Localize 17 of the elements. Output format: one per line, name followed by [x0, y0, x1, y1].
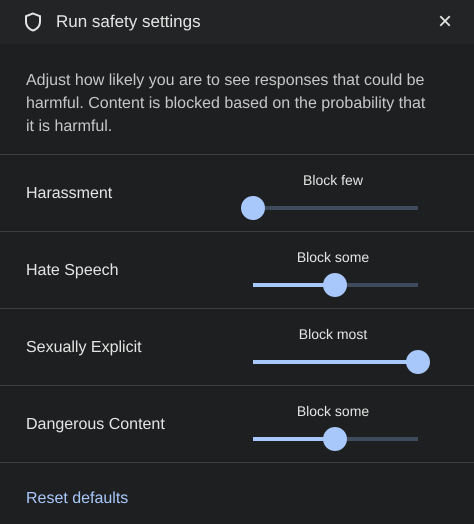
dialog-title: Run safety settings [56, 12, 202, 32]
threshold-label: Block few [303, 172, 363, 188]
slider-thumb[interactable] [323, 427, 347, 451]
description-text: Adjust how likely you are to see responses that could be harmful. Content is blocked based on the probability that it is harmful. [26, 71, 426, 137]
slider-thumb[interactable] [240, 196, 264, 220]
slider-thumb[interactable] [323, 273, 347, 297]
close-button[interactable]: × [434, 10, 456, 34]
setting-label: Harassment [26, 184, 114, 203]
threshold-label: Block some [296, 249, 370, 265]
threshold-label: Block some [296, 403, 370, 419]
threshold-label: Block most [298, 326, 368, 342]
setting-label: Hate Speech [26, 261, 120, 280]
shield-icon [24, 12, 42, 32]
setting-label: Sexually Explicit [26, 338, 143, 357]
setting-label: Dangerous Content [26, 415, 166, 434]
reset-defaults-link[interactable]: Reset defaults [26, 490, 128, 508]
slider-thumb[interactable] [406, 350, 430, 374]
